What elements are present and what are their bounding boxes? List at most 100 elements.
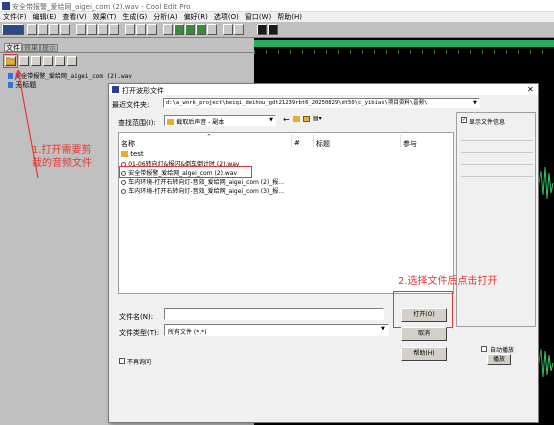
waveform-channel-right: [539, 348, 554, 378]
column-header-name[interactable]: 名称: [121, 139, 135, 149]
filetype-dropdown-icon[interactable]: ▼: [381, 326, 385, 332]
file-row-name: 车内环境-打开右转向灯-音效_爱给网_aigei_com (2)_报...: [128, 179, 285, 186]
file-row[interactable]: 车内环境-打开右转向灯-音效_爱给网_aigei_com (2)_报...: [121, 177, 291, 186]
open-button-highlight: [393, 291, 453, 328]
menu-file[interactable]: 文件(F): [0, 12, 30, 22]
toolbar-fx4-button[interactable]: [207, 24, 217, 35]
menu-edit[interactable]: 编辑(E): [30, 12, 60, 22]
menu-generate[interactable]: 生成(G): [119, 12, 150, 22]
toolbar-marker-button[interactable]: [257, 24, 267, 35]
waveform-channel-left: [539, 166, 554, 200]
menu-effects[interactable]: 效果(T): [90, 12, 120, 22]
waveform-overview-bar[interactable]: [254, 40, 554, 47]
recent-folder-select[interactable]: d:\a_work_project\beiqi_deihou_gdt21239r…: [163, 98, 480, 108]
dialog-close-icon[interactable]: ✕: [527, 85, 534, 94]
cancel-button-label: 取消: [417, 330, 430, 337]
toolbar-mix-button[interactable]: [109, 24, 119, 35]
lookin-select[interactable]: 截取后声音 - 副本 ▼: [164, 115, 276, 126]
file-list[interactable]: 名称 ^ # 标题 参与 test 01-06转向灯&报闪&倒车倒计时 (2).…: [118, 132, 454, 294]
menu-view[interactable]: 查看(V): [59, 12, 89, 22]
column-header-title[interactable]: 标题: [316, 139, 330, 149]
dialog-titlebar: 打开波形文件 ✕: [109, 84, 538, 95]
dialog-title: 打开波形文件: [122, 87, 164, 95]
filename-input[interactable]: [164, 308, 384, 320]
toolbar-close-button[interactable]: [60, 24, 70, 35]
new-folder-icon[interactable]: [303, 116, 310, 122]
folder-icon: [167, 119, 174, 125]
toolbar-mode-button[interactable]: [2, 24, 24, 35]
menu-window[interactable]: 窗口(W): [242, 12, 274, 22]
annotation-step1: 1.打开需要剪裁的音频文件: [32, 145, 92, 169]
toolbar-save-button[interactable]: [49, 24, 59, 35]
lookin-dropdown-icon: ▼: [269, 117, 273, 123]
toolbar-zoom-button[interactable]: [163, 24, 173, 35]
open-file-dialog: 打开波形文件 ✕ 最近文件夹: d:\a_work_project\beiqi_…: [108, 83, 539, 423]
menu-options[interactable]: 选项(O): [211, 12, 242, 22]
filename-label: 文件名(N):: [119, 313, 154, 321]
file-row-test[interactable]: test: [121, 150, 291, 159]
help-button-label: 帮助(H): [413, 350, 435, 357]
menu-help[interactable]: 帮助(H): [274, 12, 305, 22]
toolbar-undo-button[interactable]: [136, 24, 146, 35]
column-divider: [313, 135, 314, 147]
toolbar-fx3-button[interactable]: [196, 24, 206, 35]
recent-folder-label: 最近文件夹:: [112, 101, 150, 109]
show-info-label: 显示文件信息: [469, 119, 506, 126]
annotation-step2: 2.选择文件后点击打开: [398, 276, 498, 287]
play-button[interactable]: 播放: [487, 354, 511, 365]
audio-file-icon: [121, 188, 126, 194]
info-field: [461, 143, 533, 153]
toolbar-copy-button[interactable]: [87, 24, 97, 35]
toolbar-track-button[interactable]: [234, 24, 244, 35]
main-toolbar: [0, 22, 554, 38]
no-ask-label: 不再询问: [127, 359, 152, 366]
filetype-select[interactable]: 所有文件 (*.*): [164, 324, 389, 336]
sort-indicator-icon: ^: [207, 134, 212, 140]
filetype-label: 文件类型(T):: [119, 329, 159, 337]
app-titlebar: 安全带报警_爱给网_aigei_com (2).wav - Cool Edit …: [0, 0, 554, 12]
toolbar-redo-button[interactable]: [147, 24, 157, 35]
autoplay-label: 自动播放: [490, 347, 515, 354]
menu-favorites[interactable]: 偏好(R): [181, 12, 211, 22]
app-title: 安全带报警_爱给网_aigei_com (2).wav - Cool Edit …: [12, 3, 191, 11]
toolbar-fx2-button[interactable]: [185, 24, 195, 35]
play-button-label: 播放: [492, 356, 505, 363]
toolbar-trim-button[interactable]: [125, 24, 135, 35]
app-icon: [2, 2, 10, 10]
info-field: [461, 131, 533, 141]
toolbar-paste-button[interactable]: [98, 24, 108, 35]
lookin-label: 查找范围(I):: [118, 119, 156, 127]
toolbar-open-button[interactable]: [38, 24, 48, 35]
help-button[interactable]: 帮助(H): [401, 347, 447, 361]
menu-bar: 文件(F) 编辑(E) 查看(V) 效果(T) 生成(G) 分析(A) 偏好(R) 选项(O)…: [0, 12, 554, 22]
view-menu-icon[interactable]: ▤▾: [313, 115, 325, 123]
no-ask-checkbox[interactable]: [119, 358, 125, 364]
folder-icon: [121, 151, 128, 157]
audio-file-icon: [121, 179, 126, 185]
show-info-checkbox[interactable]: ✓: [461, 117, 467, 123]
column-header-artist[interactable]: 参与: [403, 139, 417, 149]
toolbar-new-button[interactable]: [27, 24, 37, 35]
up-folder-icon[interactable]: [293, 116, 300, 122]
file-row[interactable]: 车内环境-打开右转向灯-音效_爱给网_aigei_com (3)_报...: [121, 186, 291, 195]
menu-analyze[interactable]: 分析(A): [150, 12, 180, 22]
toolbar-view-button[interactable]: [223, 24, 233, 35]
toolbar-fx-button[interactable]: [174, 24, 184, 35]
timeline-ruler: [254, 50, 554, 54]
file-info-panel: ✓ 显示文件信息: [456, 112, 536, 327]
info-field: [461, 167, 533, 177]
recent-folder-dropdown-icon[interactable]: ▼: [473, 99, 479, 107]
file-row-name: test: [130, 150, 144, 158]
file-row-name: 车内环境-打开右转向灯-音效_爱给网_aigei_com (3)_报...: [128, 188, 285, 195]
autoplay-checkbox[interactable]: [481, 346, 487, 352]
column-header-number[interactable]: #: [294, 139, 300, 147]
lookin-value: 截取后声音 - 副本: [176, 119, 225, 126]
toolbar-loop-button[interactable]: [268, 24, 278, 35]
toolbar-cut-button[interactable]: [76, 24, 86, 35]
column-divider: [400, 135, 401, 147]
back-icon[interactable]: ←: [283, 115, 290, 124]
dialog-app-icon: [112, 86, 119, 93]
cancel-button[interactable]: 取消: [401, 327, 447, 341]
info-field: [461, 155, 533, 165]
column-divider: [291, 135, 292, 147]
